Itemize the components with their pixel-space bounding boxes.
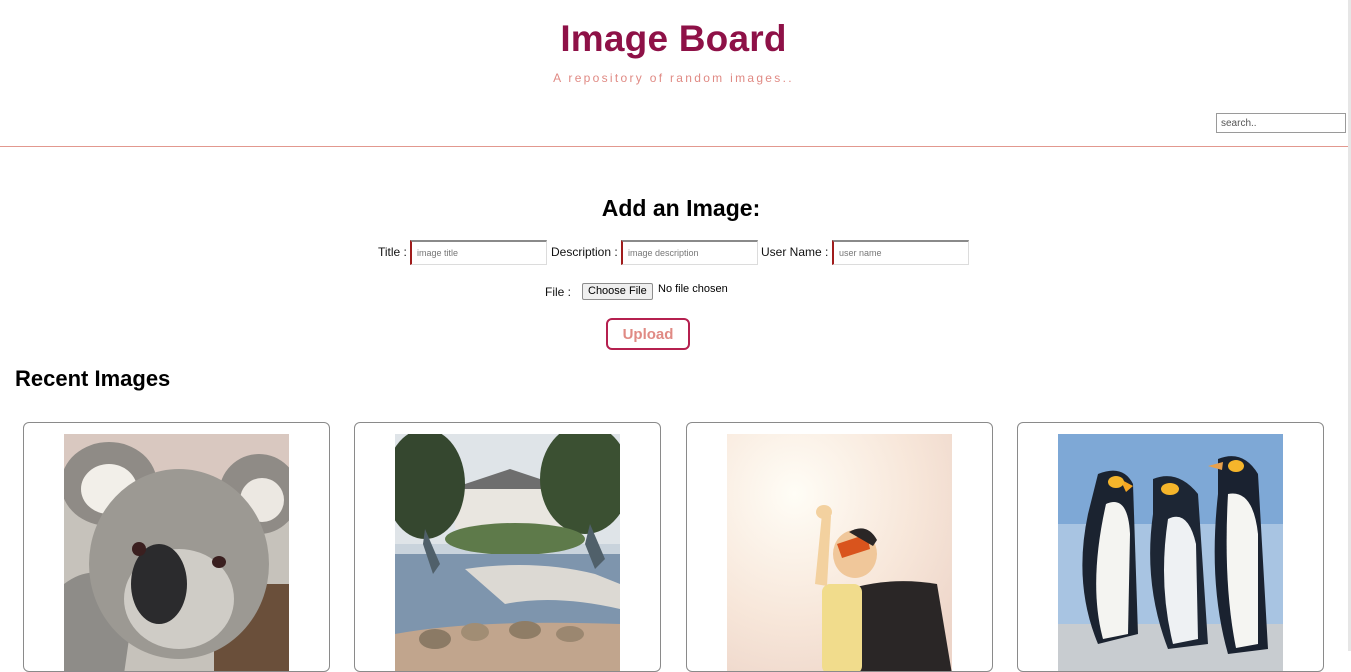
koala-image[interactable] [64, 434, 289, 671]
choose-file-button[interactable]: Choose File [582, 283, 653, 300]
image-card[interactable] [1017, 422, 1324, 672]
image-card[interactable] [23, 422, 330, 672]
image-card[interactable] [686, 422, 993, 672]
child-superhero-image[interactable] [727, 434, 952, 671]
upload-button[interactable]: Upload [606, 318, 690, 350]
site-title: Image Board [560, 18, 787, 59]
header-divider [0, 146, 1348, 147]
search-input[interactable] [1216, 113, 1346, 133]
recent-images-heading: Recent Images [15, 366, 171, 391]
title-input[interactable] [410, 240, 547, 265]
penguins-image[interactable] [1058, 434, 1283, 671]
file-label: File : [545, 285, 572, 299]
garden-image[interactable] [395, 434, 620, 671]
image-card[interactable] [354, 422, 661, 672]
form-heading: Add an Image: [601, 195, 761, 221]
file-status-text: No file chosen [658, 283, 728, 295]
description-input[interactable] [621, 240, 758, 265]
username-label: User Name : [761, 245, 829, 259]
title-label: Title : [378, 245, 407, 259]
username-input[interactable] [832, 240, 969, 265]
site-subtitle: A repository of random images.. [553, 71, 794, 85]
description-label: Description : [551, 245, 618, 259]
